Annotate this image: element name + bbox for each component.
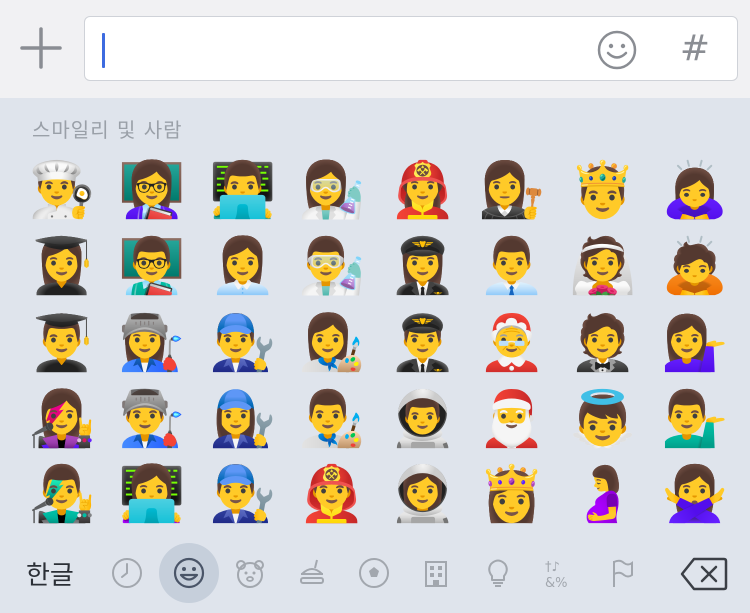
emoji-key[interactable]: 👨‍🔬	[292, 230, 372, 302]
emoji-key[interactable]: 👨‍🏫	[112, 230, 192, 302]
emoji-grid: 👨‍🍳 👩‍🏫 👨‍💻 👩‍🔬 👩‍🚒 👩‍⚖️ 🤴 🙇‍♀️ 👩‍🎓 👨‍🏫 👩‍💼 👨‍🔬 👩‍✈️…	[0, 150, 750, 535]
emoji-key[interactable]: 🎅	[472, 383, 552, 455]
emoji-key[interactable]: 👩‍🏫	[112, 154, 192, 226]
emoji-key[interactable]: 👩‍🚀	[383, 458, 463, 530]
emoji-key[interactable]: 🤴	[563, 154, 643, 226]
emoji-key[interactable]: 👩‍⚖️	[472, 154, 552, 226]
emoji-key[interactable]: 👩‍🔧	[203, 383, 283, 455]
soccer-ball-icon[interactable]	[344, 543, 404, 603]
emoji-key[interactable]: 🤶	[472, 307, 552, 379]
emoji-key[interactable]: 💁‍♂️	[655, 383, 735, 455]
flag-icon[interactable]	[592, 543, 652, 603]
emoji-key[interactable]: 💁‍♀️	[655, 307, 735, 379]
emoji-key[interactable]: 👨‍🔧	[203, 458, 283, 530]
emoji-key[interactable]: 🙅‍♀️	[655, 458, 735, 530]
svg-text:†♪: †♪	[545, 560, 560, 575]
emoji-key[interactable]: 👨‍🎤	[22, 458, 102, 530]
emoji-key[interactable]: 👩‍💻	[112, 458, 192, 530]
emoji-key[interactable]: 👨‍💻	[203, 154, 283, 226]
emoji-key[interactable]: 👨‍🚀	[383, 383, 463, 455]
emoji-key[interactable]: 🤰	[563, 458, 643, 530]
smiley-face-icon[interactable]	[596, 29, 638, 71]
emoji-key[interactable]: 👩‍🎤	[22, 383, 102, 455]
emoji-key[interactable]: 👩‍🎨	[292, 307, 372, 379]
emoji-key[interactable]: 👩‍🚒	[383, 154, 463, 226]
compose-bar: #	[0, 0, 750, 98]
svg-text:&%: &%	[545, 576, 568, 590]
emoji-key[interactable]: 👸	[472, 458, 552, 530]
clock-icon[interactable]	[97, 543, 157, 603]
lightbulb-icon[interactable]	[468, 543, 528, 603]
symbols-icon[interactable]: †♪ &%	[530, 543, 590, 603]
hashtag-button[interactable]: #	[675, 25, 715, 73]
emoji-category-bar: 한글 †♪ &%	[0, 535, 750, 613]
emoji-key[interactable]: 👨‍✈️	[383, 307, 463, 379]
emoji-key[interactable]: 👩‍🏭	[112, 307, 192, 379]
emoji-category-title: 스마일리 및 사람	[32, 118, 183, 142]
emoji-key[interactable]: 👨‍🎓	[22, 307, 102, 379]
emoji-key[interactable]: 👨‍🍳	[22, 154, 102, 226]
emoji-key[interactable]: 👰	[563, 230, 643, 302]
emoji-key[interactable]: 👨‍💼	[472, 230, 552, 302]
bear-icon[interactable]	[220, 543, 280, 603]
emoji-key[interactable]: 👨‍🚒	[292, 458, 372, 530]
emoji-key[interactable]: 👨‍🏭	[112, 383, 192, 455]
emoji-key[interactable]: 👨‍🔧	[203, 307, 283, 379]
food-icon[interactable]	[282, 543, 342, 603]
text-caret	[102, 33, 105, 68]
emoji-key[interactable]: 🤵	[563, 307, 643, 379]
emoji-key[interactable]: 👩‍🔬	[292, 154, 372, 226]
message-input[interactable]: #	[84, 16, 738, 81]
plus-icon[interactable]	[20, 27, 62, 69]
emoji-key[interactable]: 👩‍💼	[203, 230, 283, 302]
smiley-icon[interactable]	[159, 543, 219, 603]
emoji-key[interactable]: 👨‍🎨	[292, 383, 372, 455]
emoji-key[interactable]: 🙇	[655, 230, 735, 302]
building-icon[interactable]	[406, 543, 466, 603]
backspace-icon[interactable]	[680, 557, 728, 591]
emoji-key[interactable]: 👼	[563, 383, 643, 455]
emoji-key[interactable]: 👩‍✈️	[383, 230, 463, 302]
emoji-key[interactable]: 🙇‍♀️	[655, 154, 735, 226]
language-switch-button[interactable]: 한글	[26, 555, 74, 592]
emoji-key[interactable]: 👩‍🎓	[22, 230, 102, 302]
